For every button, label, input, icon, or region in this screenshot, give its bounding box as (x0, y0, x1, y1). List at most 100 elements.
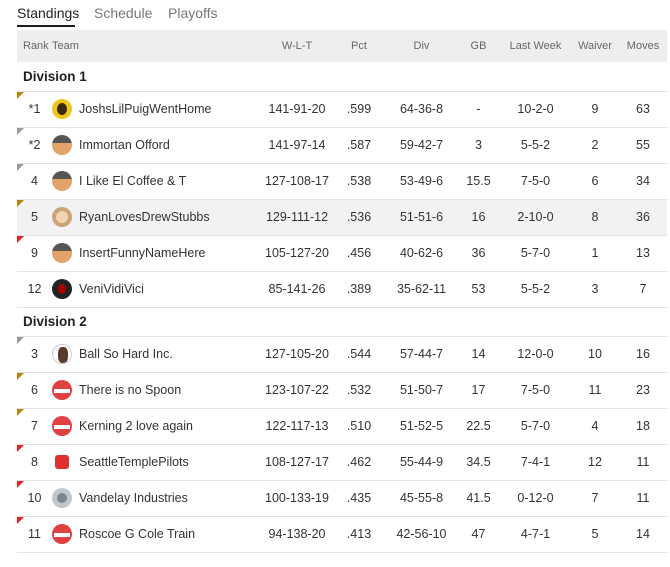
waiver-cell: 3 (571, 271, 619, 308)
team-name-link[interactable]: Ball So Hard Inc. (79, 347, 173, 361)
rank-cell: 3 (17, 336, 52, 373)
team-name-link[interactable]: I Like El Coffee & T (79, 174, 186, 188)
moves-cell: 63 (619, 91, 667, 128)
table-row[interactable]: *1 JoshsLilPuigWentHome 141-91-20.599 64-36… (17, 91, 667, 128)
col-header-div[interactable]: Div (386, 30, 457, 62)
team-name-link[interactable]: Roscoe G Cole Train (79, 527, 195, 541)
rank-trend-same-icon (17, 127, 24, 135)
rank-value: 8 (31, 455, 38, 469)
team-logo-icon[interactable] (52, 279, 72, 299)
rank-cell: 11 (17, 516, 52, 553)
standings-table: Rank Team W-L-T Pct Div GB Last Week Wai… (17, 30, 667, 553)
team-name-link[interactable]: There is no Spoon (79, 383, 181, 397)
team-cell: Kerning 2 love again (52, 408, 262, 445)
rank-trend-same-icon (17, 336, 24, 344)
moves-cell: 23 (619, 372, 667, 409)
rank-trend-up-icon (17, 199, 24, 207)
moves-cell: 16 (619, 336, 667, 373)
waiver-cell: 11 (571, 372, 619, 409)
team-name-link[interactable]: RyanLovesDrewStubbs (79, 210, 210, 224)
team-logo-icon[interactable] (52, 99, 72, 119)
team-logo-icon[interactable] (52, 380, 72, 400)
gb-cell: 47 (457, 516, 500, 553)
pct-cell: .389 (332, 271, 386, 308)
waiver-cell: 6 (571, 163, 619, 200)
last-week-cell: 5-7-0 (500, 235, 571, 272)
rank-trend-up-icon (17, 408, 24, 416)
rank-cell: 7 (17, 408, 52, 445)
team-logo-icon[interactable] (52, 488, 72, 508)
table-row[interactable]: 9 InsertFunnyNameHere 105-127-20.456 40-62-… (17, 235, 667, 272)
last-week-cell: 10-2-0 (500, 91, 571, 128)
col-header-gb[interactable]: GB (457, 30, 500, 62)
table-row[interactable]: 3 Ball So Hard Inc. 127-105-20.544 57-44-7 1… (17, 336, 667, 373)
table-row[interactable]: 10 Vandelay Industries 100-133-19.435 45-55… (17, 480, 667, 517)
team-logo-icon[interactable] (52, 452, 72, 472)
table-row[interactable]: *2 Immortan Offord 141-97-14.587 59-42-7 3 5-… (17, 127, 667, 164)
col-header-rank[interactable]: Rank (17, 30, 52, 62)
team-name-link[interactable]: InsertFunnyNameHere (79, 246, 205, 260)
rank-trend-down-icon (17, 444, 24, 452)
pct-cell: .544 (332, 336, 386, 373)
div-cell: 57-44-7 (386, 336, 457, 373)
rank-trend-down-icon (17, 235, 24, 243)
team-name-link[interactable]: Vandelay Industries (79, 491, 188, 505)
pct-cell: .456 (332, 235, 386, 272)
col-header-waiver[interactable]: Waiver (571, 30, 619, 62)
rank-cell: 9 (17, 235, 52, 272)
team-name-link[interactable]: VeniVidiVici (79, 282, 144, 296)
waiver-cell: 5 (571, 516, 619, 553)
div-cell: 42-56-10 (386, 516, 457, 553)
rank-trend-down-icon (17, 516, 24, 524)
table-row[interactable]: 6 There is no Spoon 123-107-22.532 51-50-7 1… (17, 372, 667, 409)
gb-cell: 15.5 (457, 163, 500, 200)
rank-cell: *1 (17, 91, 52, 128)
col-header-team[interactable]: Team (52, 30, 262, 62)
wlt-cell: 100-133-19 (262, 480, 332, 517)
pct-cell: .538 (332, 163, 386, 200)
table-row[interactable]: 11 Roscoe G Cole Train 94-138-20.413 42-56-… (17, 516, 667, 553)
team-logo-icon[interactable] (52, 524, 72, 544)
div-cell: 51-50-7 (386, 372, 457, 409)
table-row[interactable]: 12 VeniVidiVici 85-141-26.389 35-62-11 53 5-5… (17, 271, 667, 308)
pct-cell: .413 (332, 516, 386, 553)
rank-value: 5 (31, 210, 38, 224)
team-logo-icon[interactable] (52, 171, 72, 191)
pct-cell: .599 (332, 91, 386, 128)
tab-standings[interactable]: Standings (17, 5, 79, 21)
col-header-pct[interactable]: Pct (332, 30, 386, 62)
waiver-cell: 4 (571, 408, 619, 445)
team-cell: JoshsLilPuigWentHome (52, 91, 262, 128)
team-logo-icon[interactable] (52, 135, 72, 155)
table-row[interactable]: 7 Kerning 2 love again 122-117-13.510 51-52… (17, 408, 667, 445)
header-row: Rank Team W-L-T Pct Div GB Last Week Wai… (17, 30, 667, 62)
div-cell: 35-62-11 (386, 271, 457, 308)
table-row[interactable]: 8 SeattleTemplePilots 108-127-17.462 55-44-… (17, 444, 667, 481)
col-header-wlt[interactable]: W-L-T (262, 30, 332, 62)
table-row[interactable]: 5 RyanLovesDrewStubbs 129-111-12.536 51-51-… (17, 199, 667, 236)
col-header-last-week[interactable]: Last Week (500, 30, 571, 62)
tab-bar: Standings Schedule Playoffs (0, 0, 670, 27)
team-name-link[interactable]: SeattleTemplePilots (79, 455, 189, 469)
rank-cell: 6 (17, 372, 52, 409)
team-logo-icon[interactable] (52, 416, 72, 436)
team-cell: Immortan Offord (52, 127, 262, 164)
col-header-moves[interactable]: Moves (619, 30, 667, 62)
div-cell: 53-49-6 (386, 163, 457, 200)
team-cell: SeattleTemplePilots (52, 444, 262, 481)
tab-playoffs[interactable]: Playoffs (168, 5, 218, 21)
team-name-link[interactable]: JoshsLilPuigWentHome (79, 102, 211, 116)
team-logo-icon[interactable] (52, 344, 72, 364)
gb-cell: 53 (457, 271, 500, 308)
rank-value: *1 (28, 102, 41, 116)
last-week-cell: 5-5-2 (500, 127, 571, 164)
team-logo-icon[interactable] (52, 243, 72, 263)
team-name-link[interactable]: Immortan Offord (79, 138, 170, 152)
wlt-cell: 122-117-13 (262, 408, 332, 445)
last-week-cell: 2-10-0 (500, 199, 571, 236)
team-logo-icon[interactable] (52, 207, 72, 227)
team-name-link[interactable]: Kerning 2 love again (79, 419, 193, 433)
table-row[interactable]: 4 I Like El Coffee & T 127-108-17.538 53-49… (17, 163, 667, 200)
gb-cell: 17 (457, 372, 500, 409)
tab-schedule[interactable]: Schedule (94, 5, 152, 21)
